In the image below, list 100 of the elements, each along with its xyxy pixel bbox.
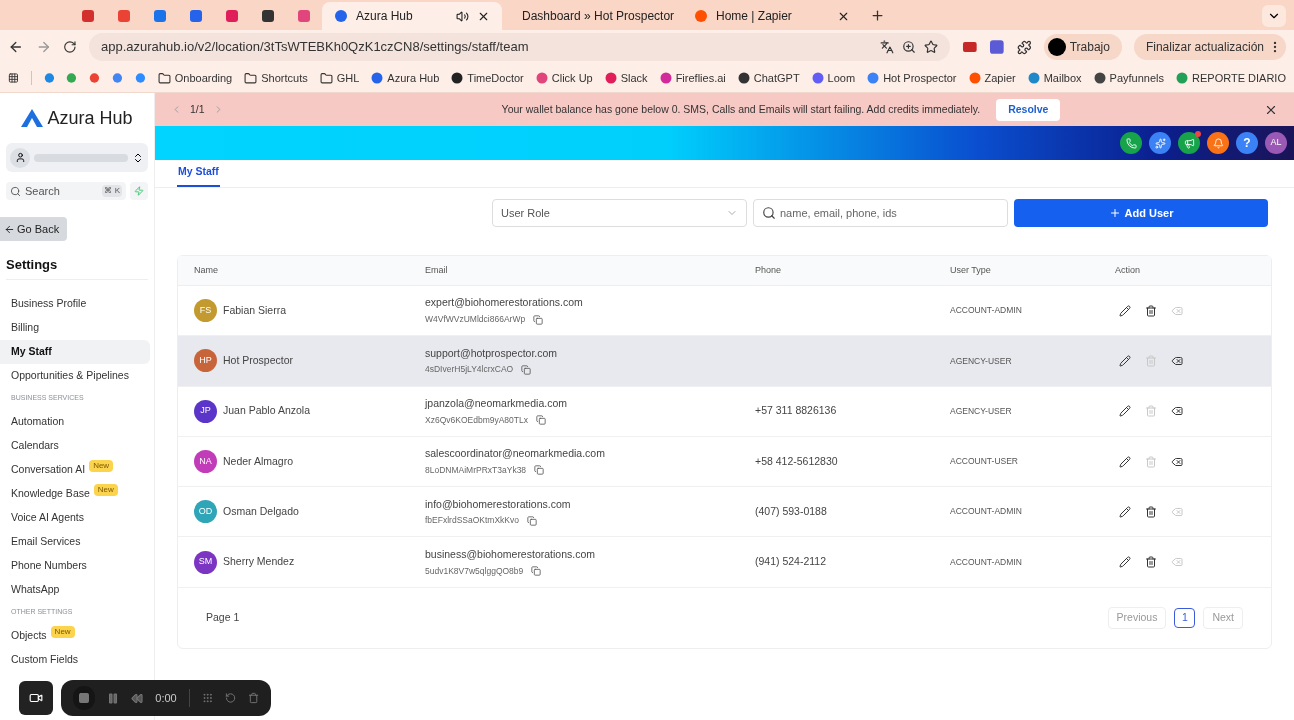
zoom-icon[interactable] xyxy=(901,40,916,54)
browser-tab[interactable]: Dashboard » Hot Prospector xyxy=(502,2,682,30)
browser-tab[interactable]: Home | Zapier xyxy=(682,2,862,30)
table-row[interactable]: HP Hot Prospector support@hotprospector.com 4sDIverH5jLY4lcrxCAO AGENCY-USER xyxy=(178,336,1271,387)
browser-tab[interactable]: Azura Hub xyxy=(322,2,502,30)
sidebar-item[interactable]: My Staff xyxy=(0,339,150,364)
copy-icon[interactable] xyxy=(536,415,546,426)
bookmark[interactable]: Shortcuts xyxy=(244,69,308,87)
banner-message: Your wallet balance has gone below 0. SMS, Calls and Emails will start failing. Add credits immediately. xyxy=(501,101,981,117)
user-avatar: NA xyxy=(194,450,217,474)
help-button[interactable]: ? xyxy=(1236,132,1258,154)
remove-icon[interactable] xyxy=(1171,405,1183,418)
user-role-select[interactable]: User Role xyxy=(492,199,747,227)
phone-button[interactable] xyxy=(1120,132,1142,154)
folder-icon xyxy=(157,71,171,85)
bookmark[interactable]: Loom xyxy=(811,69,856,87)
camera-button[interactable] xyxy=(19,681,53,715)
reload-icon[interactable] xyxy=(63,40,77,54)
extensions-icon[interactable] xyxy=(1017,39,1032,55)
sidebar-item[interactable]: Voice AI Agents xyxy=(0,505,150,530)
copy-icon[interactable] xyxy=(533,314,544,325)
sidebar-item[interactable]: Opportunities & Pipelines xyxy=(0,363,150,388)
sidebar-item[interactable]: Phone Numbers xyxy=(0,553,150,578)
apps-icon[interactable] xyxy=(8,71,19,85)
table-row[interactable]: JP Juan Pablo Anzola jpanzola@neomarkmedia.com Xz6Qv6KOEdbm9yA80TLx +57 311 8826136 AGENCY-USER xyxy=(178,386,1271,437)
back-icon[interactable] xyxy=(8,39,24,55)
user-id: 5udv1K8V7w5qlggQO8b9 xyxy=(425,564,524,578)
sidebar-item[interactable]: Automation xyxy=(0,409,150,434)
bookmark[interactable]: TimeDoctor xyxy=(451,69,524,87)
trash-icon[interactable] xyxy=(247,692,259,704)
sidebar-item[interactable]: Custom Fields xyxy=(0,647,150,672)
table-row[interactable]: OD Osman Delgado info@biohomerestorations.com fbEFxlrdSSaOKtmXkKvo (407) 593-0188 ACCOUNT-ADMIN xyxy=(178,487,1271,538)
sidebar-item[interactable]: Billing xyxy=(0,315,150,340)
bookmark[interactable]: Onboarding xyxy=(157,69,233,87)
tab-search-button[interactable] xyxy=(1262,5,1286,27)
delete-icon[interactable] xyxy=(1145,304,1157,317)
copy-icon[interactable] xyxy=(521,364,532,375)
bookmark[interactable]: REPORTE DIARIO xyxy=(1176,69,1286,87)
restart-icon[interactable] xyxy=(224,692,236,704)
stop-button[interactable] xyxy=(73,686,96,710)
copy-icon[interactable] xyxy=(531,566,542,576)
bookmark[interactable]: Click Up xyxy=(535,69,593,87)
copy-icon[interactable] xyxy=(527,515,537,526)
page-button[interactable]: 1 xyxy=(1174,607,1196,628)
sidebar-item[interactable]: Knowledge Base New xyxy=(0,481,150,506)
grid-icon[interactable] xyxy=(201,692,213,704)
resolve-button[interactable]: Resolve xyxy=(996,98,1061,121)
bookmark[interactable]: Fireflies.ai xyxy=(659,69,726,87)
bookmark[interactable]: Mailbox xyxy=(1027,69,1082,87)
url-field[interactable]: app.azurahub.io/v2/location/3tTsWTEBKh0QzK1czCN8/settings/staff/team xyxy=(88,33,950,61)
extension-icon[interactable] xyxy=(989,39,1006,55)
star-icon[interactable] xyxy=(923,40,938,54)
edit-icon[interactable] xyxy=(1119,304,1131,317)
bookmark[interactable]: Azura Hub xyxy=(371,69,440,87)
search-field[interactable]: name, email, phone, ids xyxy=(753,199,1008,227)
pause-icon[interactable] xyxy=(107,691,120,705)
table-row[interactable]: SM Sherry Mendez business@biohomerestorations.com 5udv1K8V7w5qlggQO8b9 (941) 524-2112 ACCOUNT-ADMIN xyxy=(178,537,1271,588)
sidebar-item[interactable]: Conversation AI New xyxy=(0,457,150,482)
delete-icon[interactable] xyxy=(1145,556,1157,569)
bookmark[interactable]: Zapier xyxy=(968,69,1016,87)
go-back-button[interactable]: Go Back xyxy=(0,217,67,241)
update-button[interactable]: Finalizar actualización xyxy=(1133,34,1286,60)
stop-icon xyxy=(78,692,91,704)
bookmark[interactable]: Hot Prospector xyxy=(867,69,957,87)
bookmark[interactable]: Slack xyxy=(604,69,648,87)
user-avatar[interactable]: AL xyxy=(1265,132,1287,154)
edit-icon[interactable] xyxy=(1119,505,1131,518)
sidebar-item[interactable]: Objects New xyxy=(0,623,150,648)
new-tab-icon[interactable] xyxy=(870,8,885,23)
bookmark[interactable]: GHL xyxy=(319,69,360,87)
bookmark[interactable]: Payfunnels xyxy=(1093,69,1165,87)
add-user-button[interactable]: Add User xyxy=(1014,199,1268,227)
edit-icon[interactable] xyxy=(1119,556,1131,569)
sidebar-item[interactable]: WhatsApp xyxy=(0,577,150,602)
profile-button[interactable]: Trabajo xyxy=(1043,34,1122,60)
sidebar-item[interactable]: Email Services xyxy=(0,529,150,554)
edit-icon[interactable] xyxy=(1119,405,1131,418)
account-switcher[interactable] xyxy=(6,143,148,172)
rewind-icon[interactable] xyxy=(131,691,144,705)
delete-icon[interactable] xyxy=(1145,505,1157,518)
edit-icon[interactable] xyxy=(1119,354,1131,367)
sidebar-item[interactable]: Calendars xyxy=(0,433,150,458)
user-email: salescoordinator@neomarkmedia.com xyxy=(425,446,606,462)
copy-icon[interactable] xyxy=(534,465,545,476)
extension-icon[interactable] xyxy=(961,39,978,55)
speaker-icon[interactable] xyxy=(456,9,469,23)
notifications-button[interactable] xyxy=(1207,132,1229,154)
sparkle-button[interactable] xyxy=(1149,132,1171,154)
page-tab[interactable]: My Staff xyxy=(177,159,220,187)
search-field[interactable]: Search ⌘ K xyxy=(6,182,126,200)
announcement-button[interactable] xyxy=(1178,132,1200,154)
translate-icon[interactable] xyxy=(879,40,894,54)
sidebar-item[interactable]: Business Profile xyxy=(0,291,150,316)
bell-icon xyxy=(1212,137,1224,149)
edit-icon[interactable] xyxy=(1119,455,1131,468)
remove-icon[interactable] xyxy=(1171,455,1183,468)
remove-icon[interactable] xyxy=(1171,354,1183,367)
bookmark[interactable]: ChatGPT xyxy=(737,69,800,87)
user-name: Sherry Mendez xyxy=(223,554,295,570)
table-row[interactable]: NA Neder Almagro salescoordinator@neomarkmedia.com 8LoDNMAiMrPRxT3aYk38 +58 412-5612830 ACCOUNT-USER xyxy=(178,436,1271,488)
